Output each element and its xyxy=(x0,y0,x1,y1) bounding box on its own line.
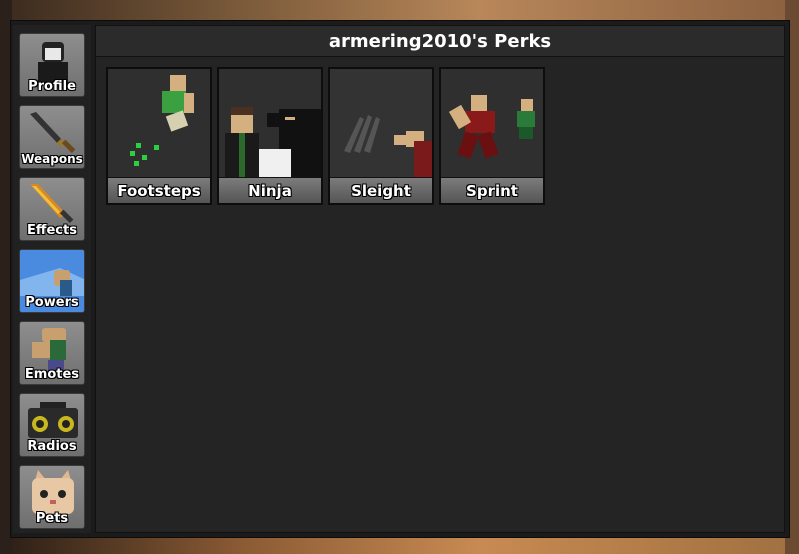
page-title: armering2010's Perks xyxy=(328,30,552,52)
panel-header: armering2010's Perks xyxy=(96,26,784,57)
sidebar-item-label: Profile xyxy=(28,79,76,94)
sidebar-item-radios[interactable]: Radios xyxy=(19,393,85,457)
perk-label: Ninja xyxy=(219,177,321,203)
perk-card-ninja[interactable]: Ninja xyxy=(217,67,323,205)
perk-card-footsteps[interactable]: Footsteps xyxy=(106,67,212,205)
category-sidebar: Profile Weapons Effects Powers Emotes Ra… xyxy=(13,25,91,533)
sidebar-item-label: Pets xyxy=(35,511,69,526)
sidebar-item-weapons[interactable]: Weapons xyxy=(19,105,85,169)
sidebar-item-label: Effects xyxy=(27,223,77,238)
inventory-window: Profile Weapons Effects Powers Emotes Ra… xyxy=(10,20,790,538)
perk-label: Sleight xyxy=(330,177,432,203)
ninja-perk-icon xyxy=(219,69,321,181)
sidebar-item-label: Powers xyxy=(25,295,79,310)
sidebar-item-label: Emotes xyxy=(24,367,80,382)
sidebar-item-emotes[interactable]: Emotes xyxy=(19,321,85,385)
sidebar-item-pets[interactable]: Pets xyxy=(19,465,85,529)
sidebar-item-label: Radios xyxy=(27,439,77,454)
sidebar-item-label: Weapons xyxy=(21,152,83,166)
perk-label: Footsteps xyxy=(108,177,210,203)
sprint-perk-icon xyxy=(441,69,543,181)
perk-card-sleight[interactable]: Sleight xyxy=(328,67,434,205)
sidebar-item-profile[interactable]: Profile xyxy=(19,33,85,97)
perks-panel: armering2010's Perks Footsteps Ninja Sle… xyxy=(95,25,785,533)
perk-card-sprint[interactable]: Sprint xyxy=(439,67,545,205)
sidebar-item-powers[interactable]: Powers xyxy=(19,249,85,313)
background-scene-bottom xyxy=(0,536,799,554)
sidebar-item-effects[interactable]: Effects xyxy=(19,177,85,241)
footsteps-perk-icon xyxy=(108,69,210,181)
background-scene-top xyxy=(0,0,799,22)
perk-label: Sprint xyxy=(441,177,543,203)
sleight-perk-icon xyxy=(330,69,432,181)
